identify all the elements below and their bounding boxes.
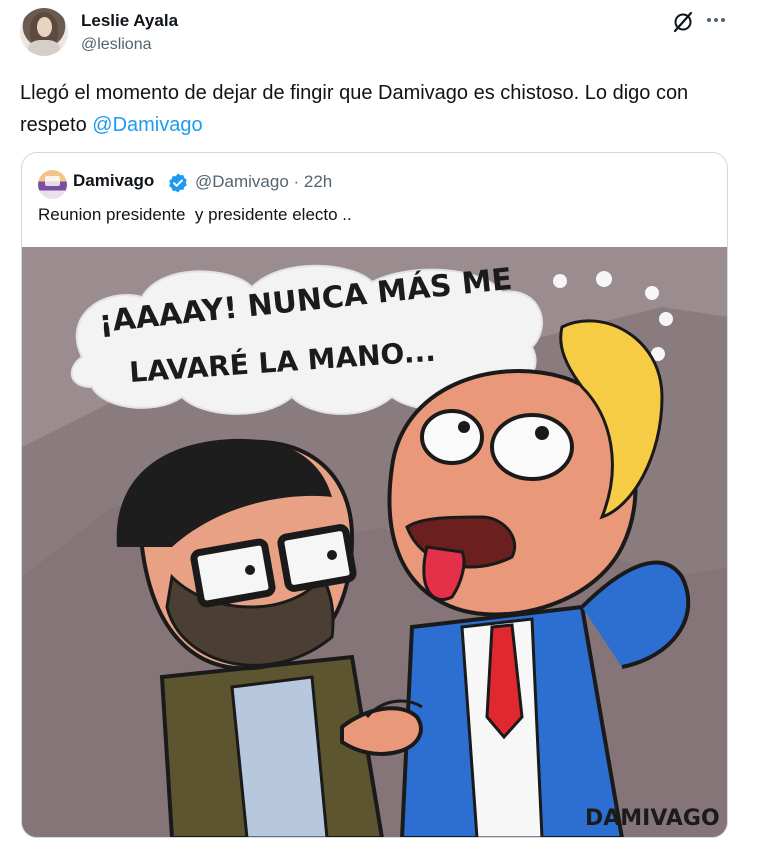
cartoon-signature: DAMIVAGO: [585, 806, 720, 831]
quoted-tweet[interactable]: Damivago @Damivago · 22h Reunion preside…: [21, 152, 728, 838]
quoted-author-avatar[interactable]: [38, 170, 67, 199]
tweet-text: Llegó el momento de dejar de fingir que …: [20, 77, 720, 141]
avatar-body: [28, 40, 60, 56]
author-name[interactable]: Leslie Ayala: [81, 11, 178, 31]
quoted-tweet-text: Reunion presidente y presidente electo .…: [38, 205, 352, 224]
avatar-face: [37, 17, 52, 37]
grok-icon[interactable]: [671, 10, 695, 34]
more-icon[interactable]: [704, 8, 728, 32]
quoted-author-name[interactable]: Damivago: [73, 171, 154, 191]
author-avatar[interactable]: [20, 8, 68, 56]
author-handle[interactable]: @lesliona: [81, 36, 152, 54]
verified-badge-icon: [167, 172, 189, 194]
mention-link[interactable]: @Damivago: [92, 114, 202, 136]
quoted-avatar-detail: [45, 176, 60, 186]
quoted-author-handle[interactable]: @Damivago · 22h: [195, 172, 332, 192]
cartoon-image[interactable]: ¡AAAAY! NUNCA MÁS ME LAVARÉ LA MANO... D…: [22, 247, 727, 837]
tweet[interactable]: Leslie Ayala @lesliona Llegó el momento …: [0, 0, 762, 855]
